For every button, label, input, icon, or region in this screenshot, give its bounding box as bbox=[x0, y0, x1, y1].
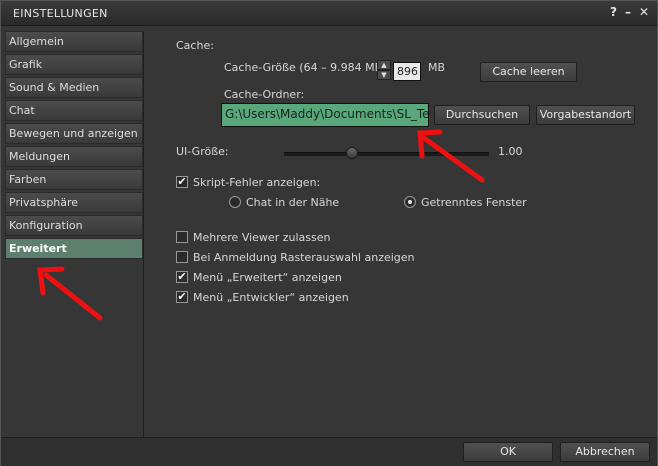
developer-menu-label: Menü „Entwickler“ anzeigen bbox=[193, 291, 349, 304]
grid-selection-checkbox[interactable] bbox=[176, 251, 188, 263]
close-icon[interactable]: ✕ bbox=[639, 5, 649, 19]
cache-folder-path[interactable]: G:\Users\Maddy\Documents\SL_Te bbox=[221, 103, 429, 127]
advanced-menu-label: Menü „Erweitert“ anzeigen bbox=[193, 271, 342, 284]
multiple-viewers-checkbox[interactable] bbox=[176, 231, 188, 243]
sidebar-item-chat[interactable]: Chat bbox=[5, 100, 143, 121]
cache-size-unit: MB bbox=[428, 61, 446, 74]
cache-folder-label: Cache-Ordner: bbox=[224, 88, 305, 101]
advanced-menu-checkbox[interactable]: ✔ bbox=[176, 271, 188, 283]
browse-button[interactable]: Durchsuchen bbox=[434, 105, 530, 125]
grid-selection-label: Bei Anmeldung Rasterauswahl anzeigen bbox=[193, 251, 415, 264]
default-location-button[interactable]: Vorgabestandort bbox=[536, 105, 635, 125]
script-errors-label: Skript-Fehler anzeigen: bbox=[193, 176, 321, 189]
multiple-viewers-label: Mehrere Viewer zulassen bbox=[193, 231, 331, 244]
cache-size-input[interactable]: 896 bbox=[393, 62, 421, 81]
ok-button[interactable]: OK bbox=[463, 442, 553, 462]
sidebar-divider bbox=[143, 31, 144, 437]
sidebar-item-allgemein[interactable]: Allgemein bbox=[5, 31, 143, 52]
ui-size-label: UI-Größe: bbox=[176, 145, 229, 158]
minimize-icon[interactable]: – bbox=[625, 5, 631, 19]
advanced-panel: Cache: Cache-Größe (64 – 9.984 MB) ▲ ▼ 8… bbox=[147, 31, 653, 437]
stepper-up-icon[interactable]: ▲ bbox=[377, 60, 391, 70]
sidebar-item-bewegen[interactable]: Bewegen und anzeigen bbox=[5, 123, 143, 144]
ui-size-value: 1.00 bbox=[498, 145, 523, 158]
sidebar-item-konfiguration[interactable]: Konfiguration bbox=[5, 215, 143, 236]
preferences-window: EINSTELLUNGEN ? – ✕ Allgemein Grafik Sou… bbox=[0, 0, 658, 466]
cache-size-stepper[interactable]: ▲ ▼ bbox=[377, 60, 391, 82]
cache-size-label: Cache-Größe (64 – 9.984 MB) bbox=[224, 61, 387, 74]
sidebar-item-erweitert[interactable]: Erweitert bbox=[5, 238, 143, 259]
footer-bar: OK Abbrechen bbox=[1, 437, 657, 466]
stepper-down-icon[interactable]: ▼ bbox=[377, 70, 391, 80]
sidebar-item-privatsphaere[interactable]: Privatsphäre bbox=[5, 192, 143, 213]
help-icon[interactable]: ? bbox=[610, 5, 617, 19]
ui-size-slider-track[interactable] bbox=[284, 152, 489, 156]
cache-heading: Cache: bbox=[176, 39, 214, 52]
sidebar-item-grafik[interactable]: Grafik bbox=[5, 54, 143, 75]
radio-separate-window-label: Getrenntes Fenster bbox=[421, 196, 527, 209]
developer-menu-checkbox[interactable]: ✔ bbox=[176, 291, 188, 303]
sidebar-item-sound-medien[interactable]: Sound & Medien bbox=[5, 77, 143, 98]
sidebar-item-farben[interactable]: Farben bbox=[5, 169, 143, 190]
clear-cache-button[interactable]: Cache leeren bbox=[480, 62, 577, 82]
radio-separate-window[interactable] bbox=[404, 196, 416, 208]
window-title: EINSTELLUNGEN bbox=[13, 7, 108, 20]
script-errors-checkbox[interactable]: ✔ bbox=[176, 176, 188, 188]
sidebar-item-meldungen[interactable]: Meldungen bbox=[5, 146, 143, 167]
ui-size-slider-handle[interactable] bbox=[346, 147, 359, 159]
title-bar[interactable]: EINSTELLUNGEN ? – ✕ bbox=[1, 1, 657, 26]
cancel-button[interactable]: Abbrechen bbox=[560, 442, 650, 462]
radio-chat-nearby[interactable] bbox=[229, 196, 241, 208]
radio-chat-nearby-label: Chat in der Nähe bbox=[246, 196, 340, 209]
category-sidebar: Allgemein Grafik Sound & Medien Chat Bew… bbox=[5, 31, 143, 437]
